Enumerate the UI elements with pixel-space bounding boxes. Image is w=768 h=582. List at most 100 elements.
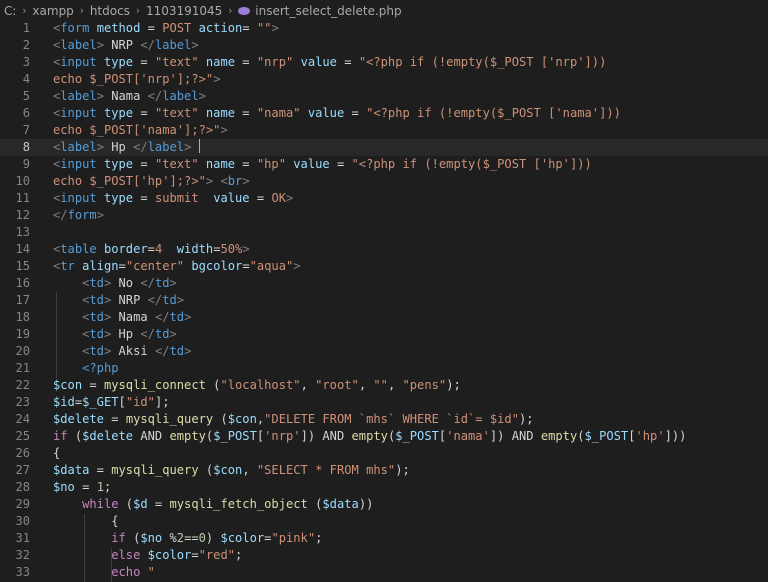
breadcrumb-label: 1103191045	[145, 3, 223, 18]
code-text: ,	[242, 463, 257, 477]
code-line[interactable]: 4 echo $_POST['nrp'];?>">	[0, 71, 768, 88]
code-line[interactable]: 31 if ($no %2==0) $color="pink";	[0, 530, 768, 547]
line-code: <td> Nama </td>	[53, 309, 191, 326]
code-line[interactable]: 10 echo $_POST['hp'];?>"> <br>	[0, 173, 768, 190]
code-line[interactable]: 29 while ($d = mysqli_fetch_object ($dat…	[0, 496, 768, 513]
code-line[interactable]: 2 <label> NRP </label>	[0, 37, 768, 54]
tag-bracket: </	[140, 38, 155, 52]
string-literal: "root"	[315, 378, 359, 392]
code-text: =	[235, 157, 257, 171]
line-number: 10	[15, 174, 30, 188]
code-text: =	[336, 55, 359, 69]
code-line[interactable]: 1 <form method = POST action= "">	[0, 20, 768, 37]
breadcrumb-item-folder[interactable]: 1103191045	[146, 4, 222, 18]
code-line[interactable]: 26 {	[0, 445, 768, 462]
code-line[interactable]: 30 {	[0, 513, 768, 530]
code-text: {	[53, 514, 119, 528]
code-line[interactable]: 6 <input type = "text" name = "nama" valu…	[0, 105, 768, 122]
code-text: ]) AND	[300, 429, 352, 443]
string-literal: "<?php if (!empty($_POST ['nrp']))	[358, 55, 607, 69]
code-text: ))	[358, 497, 374, 511]
code-line[interactable]: 3 <input type = "text" name = "nrp" value…	[0, 54, 768, 71]
attribute-name: width	[176, 242, 214, 256]
code-line[interactable]: 7 echo $_POST['nama'];?>">	[0, 122, 768, 139]
variable: $con	[53, 378, 83, 392]
tag-name: td	[162, 293, 177, 307]
breadcrumb-item-htdocs[interactable]: htdocs	[90, 4, 130, 18]
code-text: NRP	[103, 38, 141, 52]
code-line[interactable]: 11 <input type = submit value = OK>	[0, 190, 768, 207]
string-literal: 50%	[220, 242, 243, 256]
code-line[interactable]: 14 <table border=4 width=50%>	[0, 241, 768, 258]
string-literal: "<?php if (!empty($_POST ['nama']))	[366, 106, 621, 120]
line-number: 12	[15, 208, 30, 222]
tag-name: td	[89, 293, 104, 307]
keyword: if	[53, 429, 68, 443]
code-line[interactable]: 23 $id=$_GET["id"];	[0, 394, 768, 411]
breadcrumb-label: xampp	[32, 3, 74, 18]
breadcrumb-item-xampp[interactable]: xampp	[32, 4, 73, 18]
code-line[interactable]: 8 <label> Hp </label>	[0, 139, 768, 156]
tag-bracket: </	[140, 327, 155, 341]
line-code: $con = mysqli_connect ("localhost", "roo…	[53, 377, 461, 394]
code-text: %	[162, 531, 177, 545]
line-number: 30	[15, 514, 30, 528]
breadcrumb-label: insert_select_delete.php	[255, 3, 402, 18]
code-text: =	[191, 548, 199, 562]
code-text: =	[133, 157, 155, 171]
code-line[interactable]: 27 $data = mysqli_query ($con, "SELECT * …	[0, 462, 768, 479]
breadcrumb-item-drive[interactable]: C:	[4, 4, 16, 18]
code-line[interactable]: 18 <td> Nama </td>	[0, 309, 768, 326]
line-number: 21	[15, 361, 30, 375]
line-number: 18	[15, 310, 30, 324]
breadcrumb-item-file[interactable]: insert_select_delete.php	[238, 3, 402, 18]
string-literal: ""	[373, 378, 388, 392]
code-text: [	[628, 429, 636, 443]
code-line[interactable]: 16 <td> No </td>	[0, 275, 768, 292]
code-line[interactable]: 12 </form>	[0, 207, 768, 224]
code-text: =	[118, 259, 126, 273]
string-literal: 'nama'	[446, 429, 490, 443]
string-literal: "nrp"	[256, 55, 294, 69]
code-line[interactable]: 21 <?php	[0, 360, 768, 377]
breadcrumb-label: C:	[4, 3, 17, 18]
code-text: =	[242, 259, 250, 273]
code-editor[interactable]: 1 <form method = POST action= ""> 2 <label>…	[0, 20, 768, 582]
line-code: {	[53, 513, 119, 530]
chevron-right-icon: ›	[79, 4, 85, 17]
code-line[interactable]: 24 $delete = mysqli_query ($con,"DELETE F…	[0, 411, 768, 428]
string-literal: "pens"	[402, 378, 447, 392]
string-literal: "SELECT * FROM mhs"	[256, 463, 396, 477]
code-text: =	[133, 106, 155, 120]
tag-bracket: >	[96, 38, 104, 52]
variable: $_POST	[395, 429, 439, 443]
code-line[interactable]: 13	[0, 224, 768, 241]
attribute-name: action	[198, 21, 243, 35]
code-line[interactable]: 25 if ($delete AND empty($_POST['nrp']) A…	[0, 428, 768, 445]
code-line[interactable]: 33 echo "	[0, 564, 768, 581]
tag-bracket: >	[220, 123, 228, 137]
code-line[interactable]: 32 else $color="red";	[0, 547, 768, 564]
tag-bracket: >	[213, 72, 221, 86]
code-line[interactable]: 20 <td> Aksi </td>	[0, 343, 768, 360]
code-line[interactable]: 28 $no = 1;	[0, 479, 768, 496]
code-line[interactable]: 17 <td> NRP </td>	[0, 292, 768, 309]
code-line[interactable]: 9 <input type = "text" name = "hp" value …	[0, 156, 768, 173]
code-line[interactable]: 5 <label> Nama </label>	[0, 88, 768, 105]
code-line[interactable]: 15 <tr align="center" bgcolor="aqua">	[0, 258, 768, 275]
code-text: ]) AND	[489, 429, 541, 443]
code-line[interactable]: 19 <td> Hp </td>	[0, 326, 768, 343]
string-literal: submit	[154, 191, 199, 205]
line-number: 15	[15, 259, 30, 273]
code-line[interactable]: 22 $con = mysqli_connect ("localhost", "r…	[0, 377, 768, 394]
code-text: ]))	[664, 429, 687, 443]
tag-bracket: >	[184, 344, 192, 358]
line-number: 24	[15, 412, 30, 426]
